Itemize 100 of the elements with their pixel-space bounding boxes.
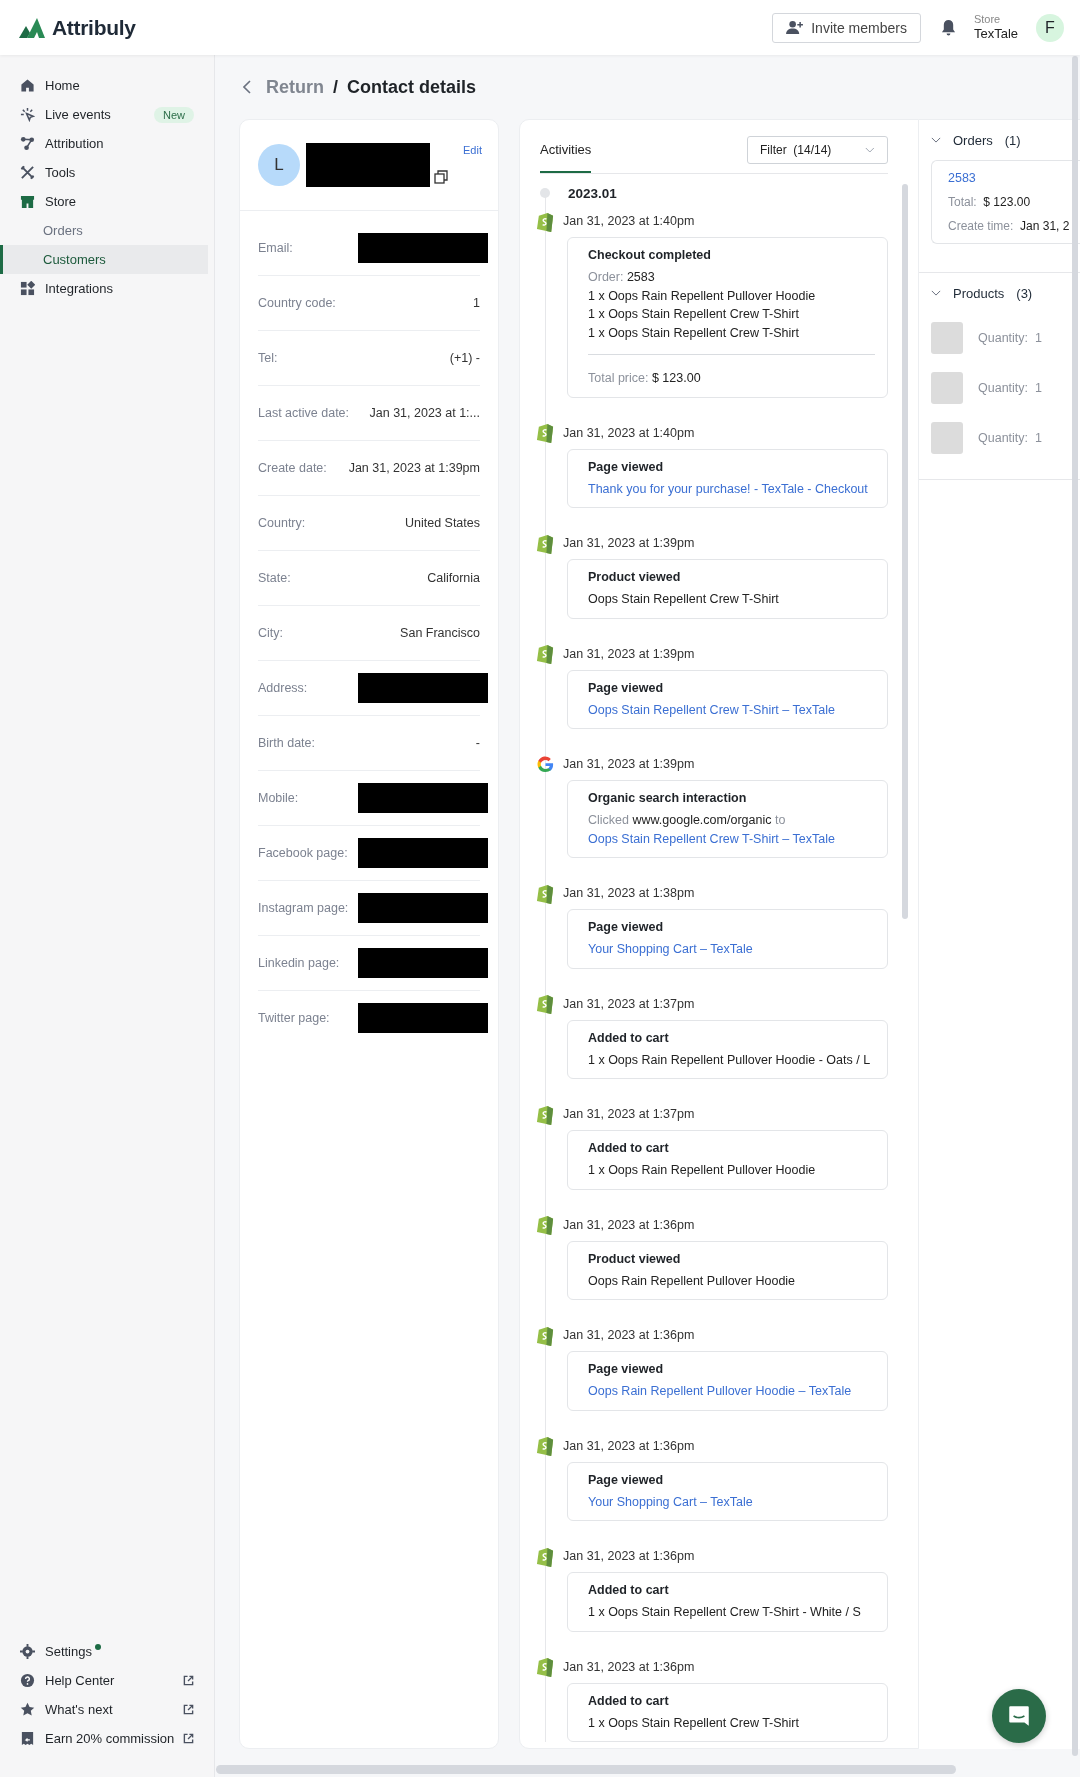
activity-detail: Oops Stain Repellent Crew T-Shirt (588, 591, 780, 608)
app-name: Attribuly (52, 15, 136, 40)
store-name[interactable]: TexTale (973, 26, 1018, 43)
field-value: California (427, 571, 480, 585)
edit-link[interactable]: Edit (463, 144, 482, 156)
tools-icon (20, 165, 35, 180)
field-value: - (475, 736, 480, 750)
activity-title: Page viewed (588, 1472, 665, 1487)
page-link[interactable]: Thank you for your purchase! - TexTale - Checkout (588, 479, 875, 498)
activity-title: Added to cart (588, 1693, 670, 1708)
sidebar-item[interactable]: Store (0, 187, 214, 216)
external-link-icon[interactable] (183, 1704, 194, 1715)
field-label: Facebook page: (258, 846, 348, 860)
star-icon (20, 1702, 35, 1717)
page-link[interactable]: Your Shopping Cart – TexTale (588, 940, 875, 959)
shopping-bag-icon (536, 210, 555, 232)
activity-time: Jan 31, 2023 at 1:36pm (563, 1549, 695, 1563)
photo-placeholder (931, 422, 963, 454)
scrollbar-thumb[interactable] (902, 184, 908, 919)
activity-time: Jan 31, 2023 at 1:38pm (563, 886, 695, 900)
order-line: 1 x Oops Stain Repellent Crew T-Shirt (588, 306, 800, 323)
chevron-icon[interactable] (931, 290, 941, 296)
activity-time: Jan 31, 2023 at 1:39pm (563, 536, 695, 550)
store-icon (20, 194, 35, 209)
page-link[interactable]: Your Shopping Cart – TexTale (588, 1492, 875, 1511)
chevron-icon[interactable] (931, 137, 941, 143)
contact-avatar: L (258, 144, 300, 186)
total-price: Total price: $ 123.00 (588, 370, 702, 387)
external-link-icon[interactable] (183, 1733, 194, 1744)
sidebar-item[interactable]: Live events New (0, 100, 214, 129)
orders-count: (1) (1004, 132, 1021, 148)
user-avatar[interactable]: F (1036, 13, 1064, 42)
order-number: Order: 2583 (588, 269, 656, 286)
activity-time: Jan 31, 2023 at 1:36pm (563, 1217, 695, 1232)
field-label: Instagram page: (258, 901, 349, 915)
sidebar-subitem[interactable]: Orders (0, 216, 208, 245)
orders-heading: Orders (953, 132, 993, 148)
page-link[interactable]: Oops Stain Repellent Crew T-Shirt – TexTale (588, 700, 875, 719)
activities-tab[interactable]: Activities (540, 126, 592, 173)
breadcrumb-separator: / (333, 76, 338, 98)
activity-title: Checkout completed (588, 248, 712, 262)
field-label: Country code: (258, 296, 336, 310)
activity-time: Jan 31, 2023 at 1:36pm (563, 1438, 695, 1453)
activity-title: Added to cart (588, 1030, 670, 1045)
copy-icon[interactable] (434, 170, 448, 184)
order-create-time: Create time: Jan 31, 2 (948, 219, 1071, 233)
activity-title: Organic search interaction (588, 791, 748, 805)
sidebar-item[interactable]: Attribution (0, 129, 214, 158)
field-value: San Francisco (400, 626, 480, 640)
sidebar-link[interactable]: Settings (20, 1644, 92, 1659)
order-link[interactable]: 2583 (948, 171, 1080, 185)
page-title: Contact details (347, 76, 477, 98)
activity-title: Page viewed (588, 920, 665, 934)
store-label: Store (973, 12, 1002, 27)
activity-title: Page viewed (588, 680, 665, 695)
activity-title: Product viewed (588, 1251, 682, 1266)
shopping-bag-icon (536, 1214, 555, 1235)
sidebar-link[interactable]: What's next (20, 1702, 113, 1717)
activity-time: Jan 31, 2023 at 1:37pm (563, 1107, 695, 1121)
new-badge: New (154, 106, 194, 123)
external-link-icon[interactable] (183, 1675, 194, 1686)
filter-dropdown[interactable]: Filter (14/14) (747, 135, 888, 164)
sidebar-item[interactable]: Integrations (0, 274, 214, 303)
vertical-scrollbar[interactable] (1072, 56, 1078, 1756)
sidebar-subitem[interactable]: Customers (0, 245, 208, 274)
timeline-dot (540, 188, 550, 198)
sidebar-link[interactable]: Earn 20% commission (20, 1731, 175, 1746)
help-icon (20, 1673, 35, 1688)
order-line: 1 x Oops Stain Repellent Crew T-Shirt (588, 324, 800, 342)
field-value: 1 (473, 296, 480, 310)
field-label: State: (258, 571, 291, 585)
activity-detail: 1 x Oops Stain Repellent Crew T-Shirt - White / S (588, 1604, 862, 1621)
sidebar-item[interactable]: Tools (0, 158, 214, 187)
page-link[interactable]: Oops Stain Repellent Crew T-Shirt – TexTale (588, 831, 835, 846)
activity-title: Product viewed (588, 570, 682, 584)
invite-members-button[interactable]: Invite members (772, 12, 921, 43)
grid-icon (20, 281, 35, 296)
activity-time: Jan 31, 2023 at 1:39pm (563, 646, 695, 661)
field-label: Mobile: (258, 791, 299, 805)
activity-detail: Oops Rain Repellent Pullover Hoodie (588, 1272, 797, 1290)
shopping-bag-icon (536, 422, 555, 443)
field-value: (+1) - (449, 351, 480, 365)
products-count: (3) (1016, 285, 1033, 301)
field-value: United States (404, 516, 480, 530)
activity-title: Page viewed (588, 1362, 665, 1376)
sidebar-link[interactable]: Help Center (20, 1673, 115, 1688)
chevron-down-icon (865, 146, 875, 153)
back-chevron-icon[interactable] (243, 80, 251, 94)
photo-placeholder (931, 372, 963, 404)
activity-time: Jan 31, 2023 at 1:37pm (563, 996, 695, 1011)
page-link[interactable]: Oops Rain Repellent Pullover Hoodie – TexTale (588, 1382, 875, 1401)
order-line: 1 x Oops Rain Repellent Pullover Hoodie (588, 287, 817, 305)
sidebar-item[interactable]: Home (0, 71, 214, 100)
horizontal-scrollbar[interactable] (216, 1765, 956, 1774)
nodes-icon (20, 136, 35, 151)
activity-title: Page viewed (588, 459, 665, 474)
field-label: Birth date: (258, 736, 315, 750)
activity-detail: 1 x Oops Rain Repellent Pullover Hoodie - Oats / L (588, 1051, 872, 1069)
product-quantity: Quantity: 1 (978, 431, 1042, 445)
notification-bell-icon[interactable] (940, 19, 956, 36)
